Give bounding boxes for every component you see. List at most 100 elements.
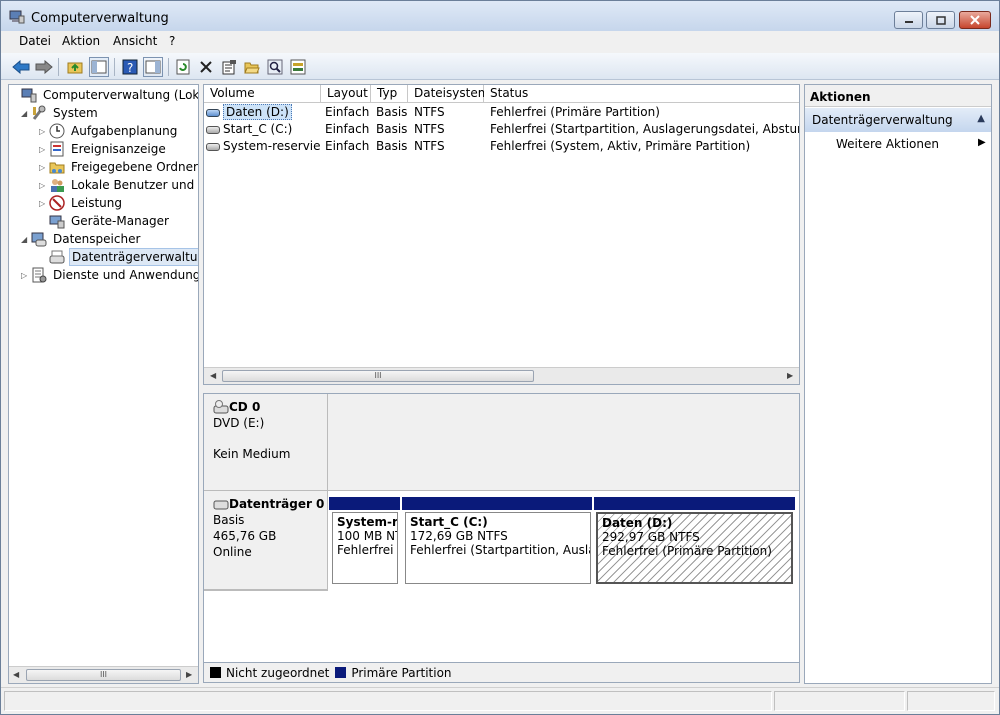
expanded-arrow-icon[interactable]: ◢ xyxy=(21,235,31,244)
tree-label: Geräte-Manager xyxy=(71,214,169,228)
shared-folder-icon xyxy=(49,162,65,174)
title-bar[interactable]: Computerverwaltung xyxy=(1,1,999,31)
volume-list-horizontal-scrollbar[interactable]: ◀ III ▶ xyxy=(204,367,799,384)
partition-status: Fehlerfrei (Primäre Partition) xyxy=(602,544,772,558)
folder-open-icon xyxy=(244,62,260,74)
tree-label: Datenspeicher xyxy=(53,232,141,246)
cd0-info[interactable]: CD 0 DVD (E:) Kein Medium xyxy=(204,394,328,491)
close-icon xyxy=(970,15,980,25)
cell-status: Fehlerfrei (Startpartition, Auslagerungs… xyxy=(490,122,800,136)
menu-ansicht[interactable]: Ansicht xyxy=(113,34,157,48)
help-button[interactable]: ? xyxy=(120,57,140,77)
tree-item-datenspeicher[interactable]: ◢ Datenspeicher xyxy=(21,230,142,248)
partition-system-reserved[interactable]: System-re 100 MB NTF Fehlerfrei ( xyxy=(332,512,398,584)
partition-size: 292,97 GB NTFS xyxy=(602,530,700,544)
tools-icon xyxy=(32,105,46,120)
show-action-pane-button[interactable] xyxy=(143,57,163,77)
tree-label: Datenträgerverwaltung xyxy=(69,248,198,266)
tree-item-dienste[interactable]: ▷ Dienste und Anwendungen xyxy=(21,266,198,284)
disk0-info[interactable]: Datenträger 0 Basis 465,76 GB Online xyxy=(204,491,328,590)
tree-item-ereignisanzeige[interactable]: ▷ Ereignisanzeige xyxy=(39,140,168,158)
partition-size: 100 MB NTF xyxy=(337,529,397,543)
partition-bar-start-c xyxy=(402,497,592,510)
back-arrow-icon xyxy=(12,60,30,74)
scroll-left-icon[interactable]: ◀ xyxy=(210,371,216,380)
up-folder-button[interactable] xyxy=(65,57,85,77)
column-header-status[interactable]: Status xyxy=(484,85,799,103)
partition-bar-system-reserved xyxy=(329,497,400,510)
services-icon xyxy=(32,267,47,283)
column-header-dateisystem[interactable]: Dateisystem xyxy=(408,85,489,103)
cell-dateisystem: NTFS xyxy=(414,122,445,136)
collapsed-arrow-icon[interactable]: ▷ xyxy=(39,145,49,154)
column-header-typ[interactable]: Typ xyxy=(371,85,408,103)
column-header-layout[interactable]: Layout xyxy=(321,85,371,103)
tree-item-system[interactable]: ◢ System xyxy=(21,104,100,122)
collapsed-arrow-icon[interactable]: ▷ xyxy=(39,127,49,136)
menu-aktion[interactable]: Aktion xyxy=(62,34,100,48)
menu-help[interactable]: ? xyxy=(169,34,175,48)
search-button[interactable] xyxy=(265,57,285,77)
cd0-name: CD 0 xyxy=(229,400,261,414)
actions-item-weitere[interactable]: Weitere Aktionen xyxy=(836,137,939,151)
scroll-right-icon[interactable]: ▶ xyxy=(186,670,192,679)
scroll-right-icon[interactable]: ▶ xyxy=(787,371,793,380)
maximize-button[interactable] xyxy=(926,11,955,29)
refresh-button[interactable] xyxy=(173,57,193,77)
partition-size: 172,69 GB NTFS xyxy=(410,529,508,543)
volume-icon xyxy=(206,125,220,134)
show-tree-button[interactable] xyxy=(89,57,109,77)
tree-item-root[interactable]: Computerverwaltung (Lokal) xyxy=(11,86,198,104)
magnifier-icon xyxy=(267,59,283,75)
tree-item-lokale-benutzer[interactable]: ▷ Lokale Benutzer und Gr xyxy=(39,176,199,194)
actions-section-datentraegerverwaltung[interactable]: Datenträgerverwaltung ▲ xyxy=(805,108,991,132)
column-header-volume[interactable]: Volume xyxy=(204,85,321,103)
tree-item-aufgabenplanung[interactable]: ▷ Aufgabenplanung xyxy=(39,122,179,140)
minimize-button[interactable] xyxy=(894,11,923,29)
main-window: Computerverwaltung Datei Aktion Ansicht … xyxy=(0,0,1000,715)
table-row[interactable]: System-reserviert xyxy=(206,138,320,155)
menu-datei[interactable]: Datei xyxy=(19,34,51,48)
cell-typ: Basis xyxy=(376,139,408,153)
scrollbar-thumb[interactable]: III xyxy=(26,669,181,681)
status-segment xyxy=(4,691,772,711)
tree-item-datentraegerverwaltung[interactable]: Datenträgerverwaltung xyxy=(39,248,198,266)
collapse-up-icon[interactable]: ▲ xyxy=(977,113,985,124)
tree-item-leistung[interactable]: ▷ Leistung xyxy=(39,194,124,212)
table-row[interactable]: Start_C (C:) xyxy=(206,121,320,138)
collapsed-arrow-icon[interactable]: ▷ xyxy=(21,271,31,280)
computer-management-icon xyxy=(9,10,25,24)
forward-button[interactable] xyxy=(34,57,54,77)
table-row[interactable]: Daten (D:) xyxy=(206,104,320,121)
collapsed-arrow-icon[interactable]: ▷ xyxy=(39,163,49,172)
toolbar-separator xyxy=(114,58,115,76)
tree-item-freigegebene-ordner[interactable]: ▷ Freigegebene Ordner xyxy=(39,158,198,176)
partition-daten-selected[interactable]: Daten (D:) 292,97 GB NTFS Fehlerfrei (Pr… xyxy=(596,512,793,584)
tree-label: Lokale Benutzer und Gr xyxy=(71,178,199,192)
tree-item-geraete-manager[interactable]: Geräte-Manager xyxy=(39,212,171,230)
volume-icon xyxy=(206,108,220,117)
collapsed-arrow-icon[interactable]: ▷ xyxy=(39,181,49,190)
close-button[interactable] xyxy=(959,11,991,29)
expanded-arrow-icon[interactable]: ◢ xyxy=(21,109,31,118)
status-segment xyxy=(907,691,995,711)
refresh-icon xyxy=(176,59,190,75)
tree-horizontal-scrollbar[interactable]: ◀ III ▶ xyxy=(9,666,198,683)
disk0-name: Datenträger 0 xyxy=(229,497,325,511)
actions-section-label: Datenträgerverwaltung xyxy=(812,113,953,127)
export-list-button[interactable] xyxy=(288,57,308,77)
device-manager-icon xyxy=(49,215,65,229)
back-button[interactable] xyxy=(11,57,31,77)
status-bar xyxy=(1,687,999,714)
toolbar-separator xyxy=(58,58,59,76)
delete-icon xyxy=(200,61,212,73)
delete-button[interactable] xyxy=(196,57,216,77)
partition-start-c[interactable]: Start_C (C:) 172,69 GB NTFS Fehlerfrei (… xyxy=(405,512,591,584)
cell-dateisystem: NTFS xyxy=(414,105,445,119)
open-button[interactable] xyxy=(242,57,262,77)
collapsed-arrow-icon[interactable]: ▷ xyxy=(39,199,49,208)
export-list-icon xyxy=(290,59,306,75)
properties-button[interactable] xyxy=(219,57,239,77)
scroll-left-icon[interactable]: ◀ xyxy=(13,670,19,679)
scrollbar-thumb[interactable]: III xyxy=(222,370,534,382)
